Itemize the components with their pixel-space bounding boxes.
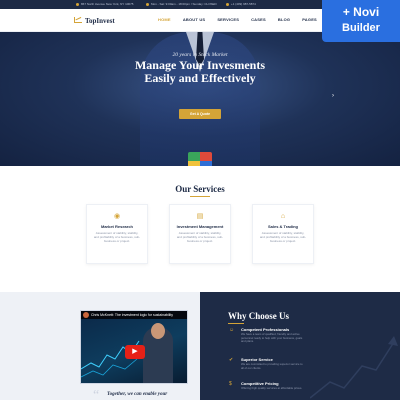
services-section: Our Services ◉ Market Research Assessmen… xyxy=(0,166,400,292)
brand-name: TopInvest xyxy=(85,17,115,25)
hours-text: Mon - Sat: 9:00am - 18:00pm / Sunday: CL… xyxy=(151,2,217,6)
feature-description: We have a team of qualified, friendly an… xyxy=(241,332,303,344)
brand-logo[interactable]: TopInvest xyxy=(74,17,115,25)
why-choose-us-title: Why Choose Us xyxy=(228,311,290,321)
video-player[interactable]: Chris McKnett: The investment logic for … xyxy=(80,310,188,384)
speaker-head xyxy=(151,323,165,339)
service-card-description: Assessment of stability, stability, and … xyxy=(259,231,307,243)
video-title-bar: Chris McKnett: The investment logic for … xyxy=(81,311,187,319)
eye-icon: ◉ xyxy=(113,213,121,220)
why-title-underline xyxy=(228,323,244,324)
feature-description: Offering high quality services at afford… xyxy=(241,386,303,390)
location-icon xyxy=(76,2,79,6)
badge-line-2: Builder xyxy=(342,22,380,34)
nav-item-pages[interactable]: PAGES xyxy=(296,9,323,31)
feature-description: We are committed to providing superior s… xyxy=(241,362,303,370)
nav-item-cases[interactable]: CASES xyxy=(245,9,272,31)
hero-title: Manage Your Invesments Easily and Effecti… xyxy=(0,59,400,85)
tag-icon: $ xyxy=(229,381,232,387)
document-icon: ▤ xyxy=(196,213,204,220)
service-card-sales-trading[interactable]: ⌂ Sales & Trading Assessment of stabilit… xyxy=(252,204,314,264)
service-card-title: Investment Management xyxy=(176,224,224,229)
service-card-investment-management[interactable]: ▤ Investment Management Assessment of st… xyxy=(169,204,231,264)
testimonial-text: Together, we can enable your xyxy=(107,392,168,397)
address-text: 867 North Avenue New York, NY 10075 xyxy=(81,2,134,6)
play-button-icon[interactable]: ▶ xyxy=(125,345,145,359)
clock-icon xyxy=(146,2,149,6)
novi-builder-badge[interactable]: + Novi Builder xyxy=(322,0,400,42)
phone-icon xyxy=(226,2,229,6)
service-card-market-research[interactable]: ◉ Market Research Assessment of stabilit… xyxy=(86,204,148,264)
badge-line-1: + Novi xyxy=(342,5,380,19)
nav-item-home[interactable]: HOME xyxy=(152,9,177,31)
address-info: 867 North Avenue New York, NY 10075 xyxy=(76,2,133,6)
service-card-title: Market Research xyxy=(100,224,134,229)
arrow-trend-graphic xyxy=(310,336,398,399)
hours-info: Mon - Sat: 9:00am - 18:00pm / Sunday: CL… xyxy=(146,2,217,6)
thumb-icon: ✔ xyxy=(229,357,234,363)
nav-item-blog[interactable]: BLOG xyxy=(272,9,296,31)
slider-next-arrow-icon[interactable]: › xyxy=(329,92,337,100)
quote-icon: “ xyxy=(93,388,100,400)
rubiks-cube-image xyxy=(188,152,212,166)
phone-text: +1 (409) 987-5874 xyxy=(231,2,256,6)
chart-logo-icon xyxy=(74,17,82,23)
video-title: Chris McKnett: The investment logic for … xyxy=(91,313,174,317)
house-icon: ⌂ xyxy=(280,213,286,220)
service-card-description: Assessment of stability, stability, and … xyxy=(176,231,224,243)
get-a-quote-button[interactable]: Get A Quote xyxy=(179,109,221,119)
phone-info[interactable]: +1 (409) 987-5874 xyxy=(226,2,256,6)
service-card-description: Assessment of stability, stability, and … xyxy=(93,231,141,243)
nav-item-about-us[interactable]: ABOUT US xyxy=(177,9,212,31)
service-card-title: Sales & Trading xyxy=(267,224,298,229)
person-icon: ☺ xyxy=(229,327,235,333)
hero-title-line-2: Easily and Effectively xyxy=(144,71,256,85)
services-title: Our Services xyxy=(175,184,225,194)
services-title-underline xyxy=(190,196,210,197)
nav-item-services[interactable]: SERVICES xyxy=(211,9,245,31)
channel-avatar-icon xyxy=(83,312,89,318)
